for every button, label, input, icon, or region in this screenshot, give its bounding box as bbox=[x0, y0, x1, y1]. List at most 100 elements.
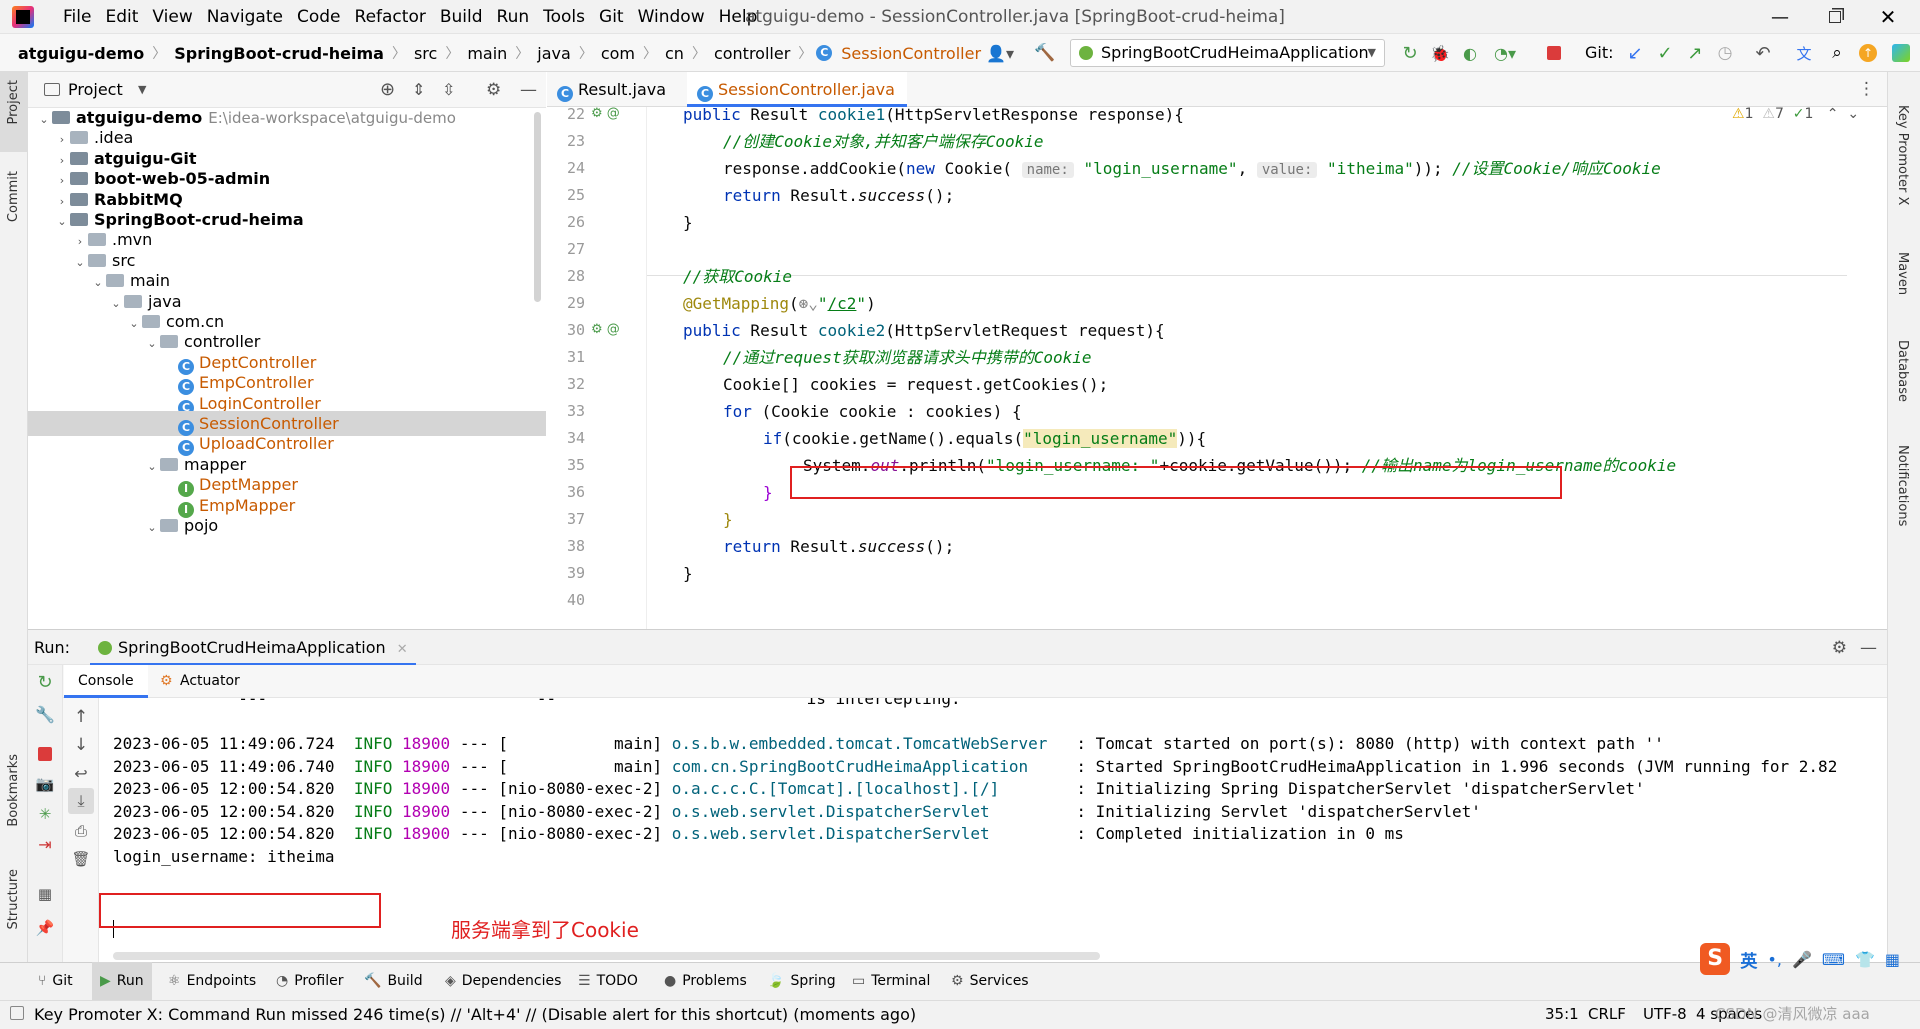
breadcrumb-item[interactable]: SpringBoot-crud-heima bbox=[170, 44, 388, 63]
menu-edit[interactable]: Edit bbox=[98, 7, 145, 27]
git-update-icon[interactable]: ↙ bbox=[1624, 42, 1646, 64]
run-config-tab[interactable]: SpringBootCrudHeimaApplication ✕ bbox=[90, 630, 416, 666]
tool-run[interactable]: ▶ Run bbox=[92, 962, 152, 1000]
translate-icon[interactable]: 文 bbox=[1792, 42, 1816, 64]
structure-tool-tab[interactable]: Structure bbox=[0, 865, 28, 955]
rollback-icon[interactable]: ↶ bbox=[1752, 42, 1774, 64]
history-icon[interactable]: ◷ bbox=[1714, 42, 1736, 64]
rerun-icon[interactable]: ↻ bbox=[34, 671, 56, 693]
tab-actuator[interactable]: ⚙ Actuator bbox=[158, 665, 240, 698]
tool-git[interactable]: ⑂ Git bbox=[38, 962, 73, 1000]
search-icon[interactable]: ⌕ bbox=[1826, 42, 1848, 64]
key-promoter-tab[interactable]: Key Promoter X bbox=[1887, 85, 1920, 215]
grid-icon[interactable]: ▦ bbox=[1885, 950, 1900, 969]
menu-navigate[interactable]: Navigate bbox=[200, 7, 290, 27]
breadcrumb-item[interactable]: atguigu-demo bbox=[14, 44, 148, 63]
close-tab-icon[interactable]: ✕ bbox=[397, 642, 408, 657]
code-editor[interactable]: ⚠1 ⚠7 ✓1 ⌃ ⌄ public Result cookie1(HttpS… bbox=[647, 107, 1887, 629]
gear-icon[interactable]: ⚙ bbox=[1832, 630, 1847, 666]
coverage-icon[interactable]: ◐ bbox=[1458, 42, 1482, 64]
gear-icon[interactable]: ⚙ bbox=[486, 72, 501, 108]
locate-icon[interactable]: ⊕ bbox=[380, 72, 395, 108]
update-icon[interactable]: ↑ bbox=[1859, 44, 1877, 62]
caret-position[interactable]: 35:1 bbox=[1545, 1000, 1579, 1029]
menu-refactor[interactable]: Refactor bbox=[348, 7, 433, 27]
more-tabs-icon[interactable]: ⋮ bbox=[1858, 72, 1875, 107]
endpoint-gutter-icon[interactable]: ⚙ @ bbox=[591, 106, 620, 121]
menu-file[interactable]: File bbox=[56, 7, 98, 27]
skin-icon[interactable]: 👕 bbox=[1855, 950, 1875, 969]
mic-icon[interactable]: 🎤 bbox=[1792, 950, 1812, 969]
minimize-icon[interactable]: — bbox=[1760, 0, 1800, 34]
print-icon[interactable]: ⎙ bbox=[70, 820, 92, 842]
keyboard-icon[interactable]: ⌨ bbox=[1822, 950, 1845, 969]
chevron-down-icon[interactable]: ⌄ bbox=[144, 515, 160, 540]
hide-panel-icon[interactable]: — bbox=[1860, 630, 1877, 666]
rerun-icon[interactable]: ↻ bbox=[1398, 42, 1422, 64]
tool-terminal[interactable]: ▭ Terminal bbox=[852, 962, 930, 1000]
tool-endpoints[interactable]: ⚛ Endpoints bbox=[168, 962, 256, 1000]
scroll-to-end-icon[interactable]: ⤓ bbox=[68, 788, 94, 814]
ime-toolbar[interactable]: S 英 •, 🎤 ⌨ 👕 ▦ bbox=[1700, 942, 1900, 976]
menu-run[interactable]: Run bbox=[490, 7, 537, 27]
project-tool-tab[interactable]: Project bbox=[0, 72, 28, 152]
camera-icon[interactable]: 📷 bbox=[34, 773, 56, 795]
tool-todo[interactable]: ☰ TODO bbox=[578, 962, 638, 1000]
wrench-icon[interactable]: 🔧 bbox=[34, 703, 56, 725]
profile-icon[interactable]: ◔▾ bbox=[1488, 42, 1522, 64]
tool-profiler[interactable]: ◔ Profiler bbox=[276, 962, 344, 1000]
menu-git[interactable]: Git bbox=[592, 7, 631, 27]
database-tab[interactable]: Database bbox=[1887, 320, 1920, 410]
tool-build[interactable]: 🔨 Build bbox=[364, 962, 423, 1000]
close-window-icon[interactable]: ✕ bbox=[1868, 0, 1908, 34]
app-logo-icon[interactable] bbox=[12, 6, 34, 28]
commit-tool-tab[interactable]: Commit bbox=[0, 165, 28, 240]
console-hscrollbar[interactable] bbox=[113, 952, 1100, 960]
plugin-icon[interactable] bbox=[1892, 44, 1910, 62]
tab-session-controller[interactable]: CSessionController.java ✕ bbox=[687, 72, 907, 134]
exit-icon[interactable]: ⇥ bbox=[34, 833, 56, 855]
menu-build[interactable]: Build bbox=[433, 7, 490, 27]
bug-icon[interactable]: ✳ bbox=[34, 803, 56, 825]
restore-icon[interactable] bbox=[1815, 0, 1855, 34]
pin-icon[interactable]: 📌 bbox=[34, 917, 56, 939]
tool-spring[interactable]: 🍃 Spring bbox=[767, 962, 836, 1000]
stop-icon[interactable] bbox=[1547, 46, 1561, 60]
breadcrumb-item[interactable]: com bbox=[597, 44, 639, 63]
collapse-all-icon[interactable]: ⇳ bbox=[442, 72, 455, 108]
notifications-tab[interactable]: Notifications bbox=[1887, 425, 1920, 535]
endpoint-gutter-icon[interactable]: ⚙ @ bbox=[591, 322, 620, 337]
stop-icon[interactable] bbox=[38, 747, 52, 761]
trash-icon[interactable]: 🗑 bbox=[70, 848, 92, 870]
project-panel-title[interactable]: Project bbox=[68, 72, 123, 108]
expand-all-icon[interactable]: ⇕ bbox=[412, 72, 425, 108]
scroll-up-icon[interactable]: ↑ bbox=[70, 706, 92, 728]
bookmarks-tool-tab[interactable]: Bookmarks bbox=[0, 750, 28, 845]
breadcrumb-item[interactable]: SessionController bbox=[837, 44, 985, 63]
breadcrumb-item[interactable]: cn bbox=[661, 44, 688, 63]
git-push-icon[interactable]: ↗ bbox=[1684, 42, 1706, 64]
ime-lang[interactable]: 英 bbox=[1740, 947, 1757, 972]
line-separator[interactable]: CRLF bbox=[1588, 1000, 1626, 1029]
breadcrumb-item[interactable]: java bbox=[533, 44, 575, 63]
build-hammer-icon[interactable]: 🔨 bbox=[1032, 42, 1058, 64]
user-icon[interactable]: 👤▾ bbox=[983, 42, 1017, 64]
warning-icon[interactable]: ⚠1 ⚠7 ✓1 ⌃ ⌄ bbox=[1732, 107, 1859, 128]
chevron-down-icon[interactable]: ▼ bbox=[138, 72, 146, 108]
debug-icon[interactable]: 🐞 bbox=[1428, 42, 1452, 64]
scroll-down-icon[interactable]: ↓ bbox=[70, 734, 92, 756]
tree-item[interactable]: ⌄ pojo bbox=[28, 513, 546, 538]
tab-console[interactable]: Console bbox=[64, 665, 148, 698]
tree-scrollbar[interactable] bbox=[534, 112, 541, 302]
breadcrumb-item[interactable]: src bbox=[410, 44, 441, 63]
hide-panel-icon[interactable]: — bbox=[520, 72, 537, 108]
tool-problems[interactable]: ● Problems bbox=[664, 962, 747, 1000]
status-message[interactable]: Key Promoter X: Command Run missed 246 t… bbox=[34, 1000, 916, 1029]
menu-tools[interactable]: Tools bbox=[536, 7, 592, 27]
run-config-selector[interactable]: SpringBootCrudHeimaApplication ▼ bbox=[1070, 39, 1385, 67]
menu-window[interactable]: Window bbox=[631, 7, 712, 27]
breadcrumb-item[interactable]: main bbox=[463, 44, 511, 63]
git-commit-icon[interactable]: ✓ bbox=[1654, 42, 1676, 64]
status-icon[interactable] bbox=[10, 1006, 24, 1020]
tool-services[interactable]: ⚙ Services bbox=[951, 962, 1029, 1000]
